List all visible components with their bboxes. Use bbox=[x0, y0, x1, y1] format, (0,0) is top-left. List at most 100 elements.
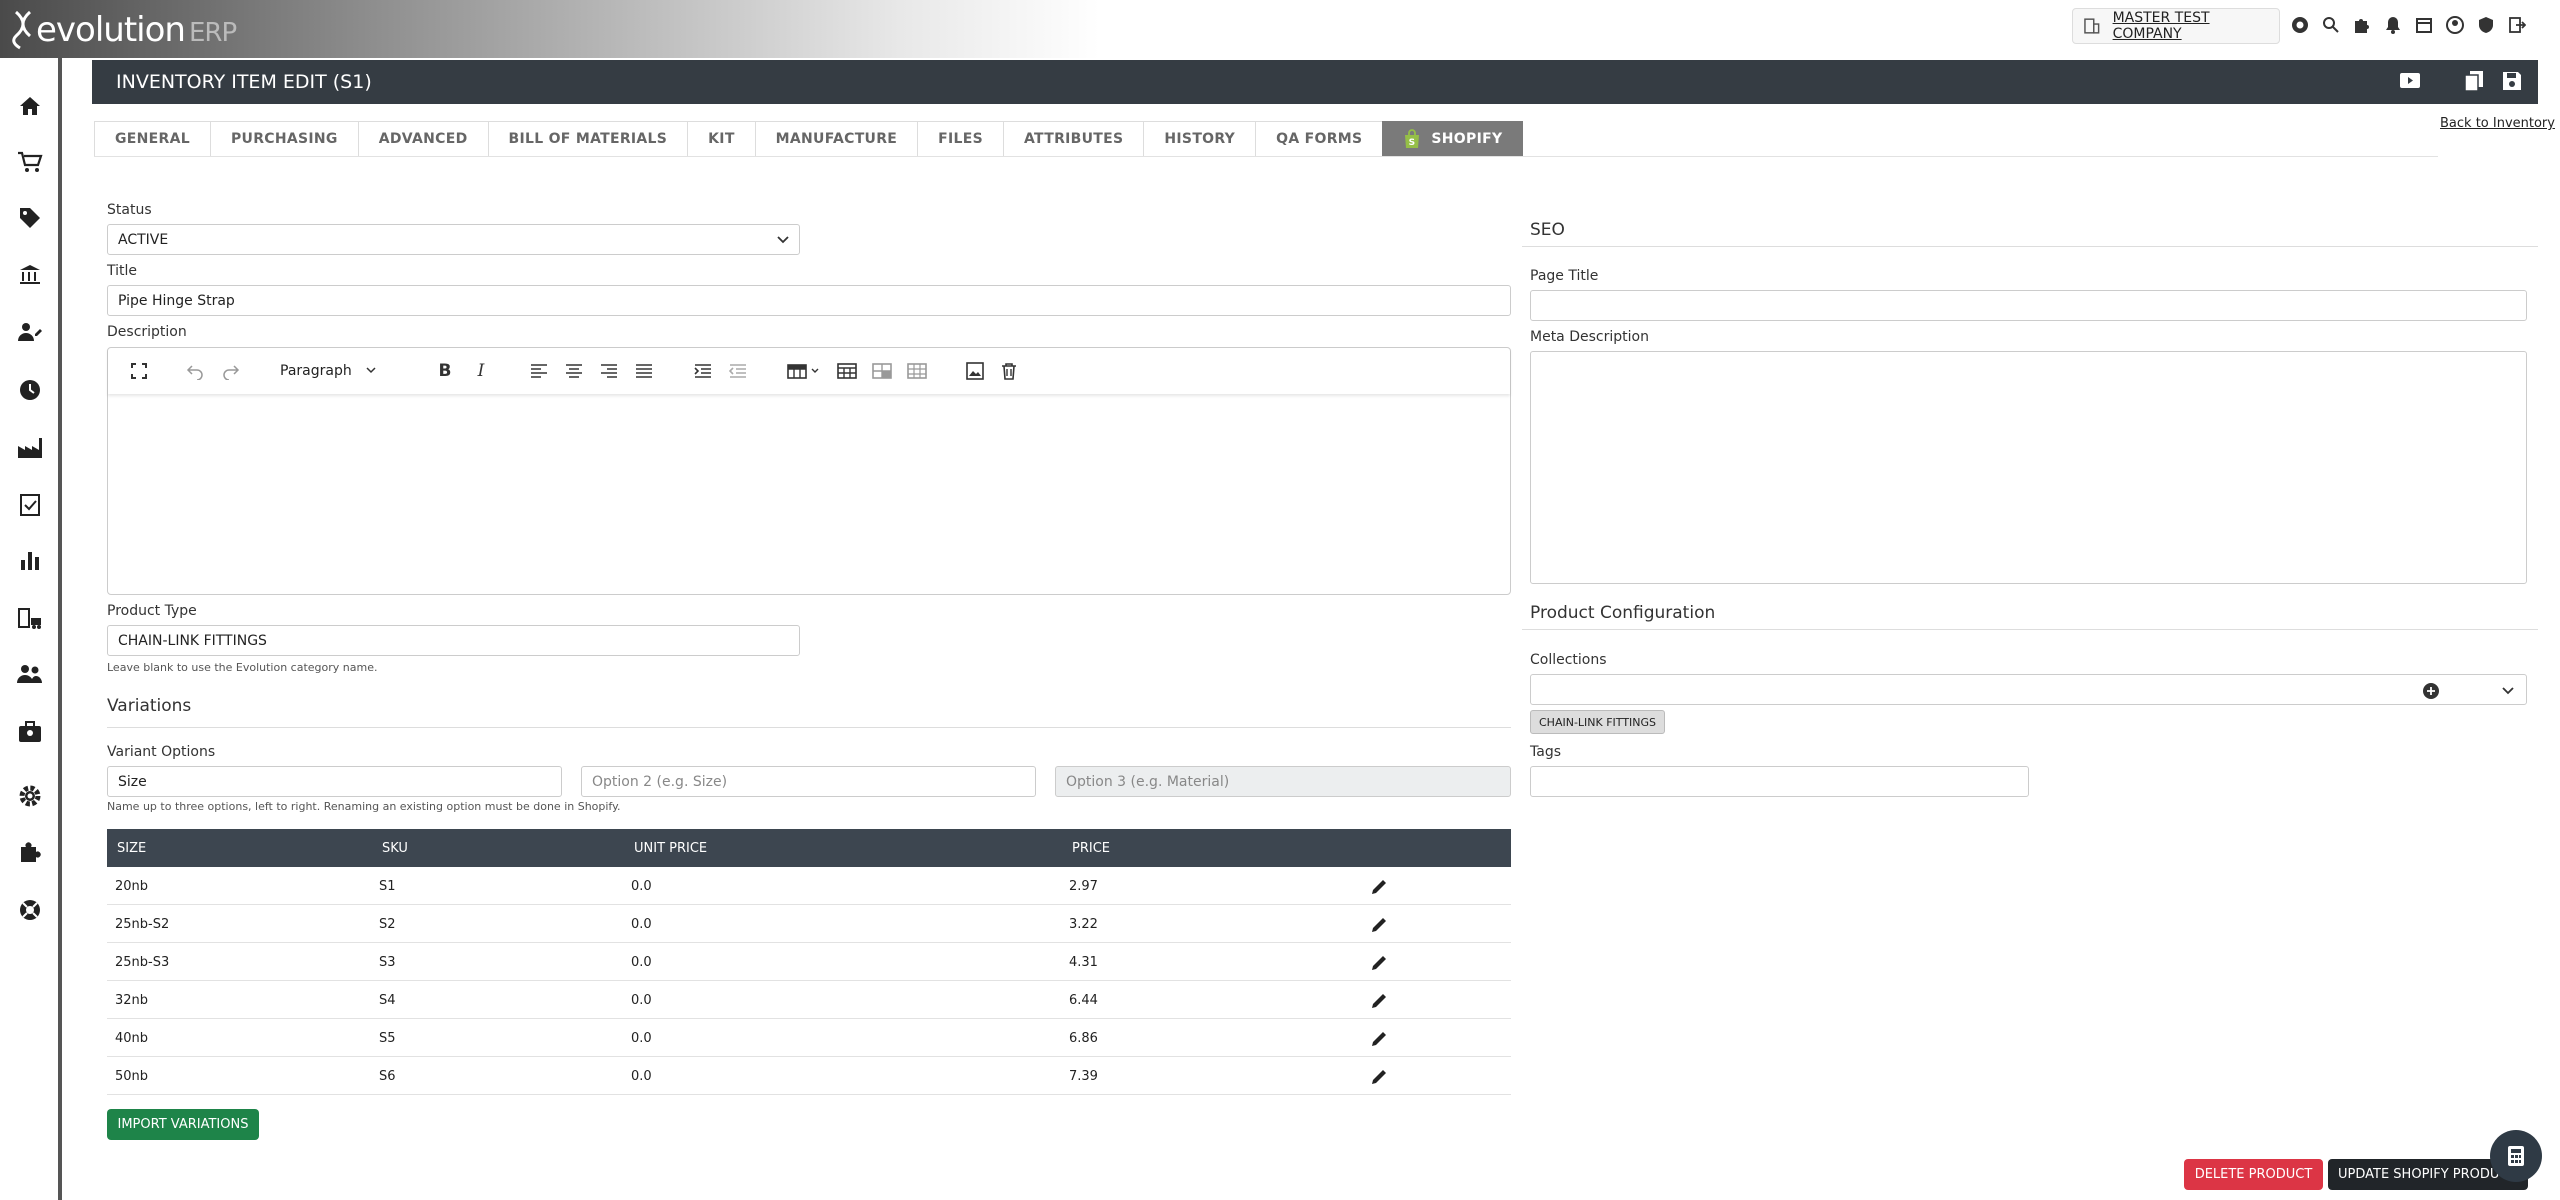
cell-size: 50nb bbox=[115, 1069, 149, 1084]
logo-text: evolution bbox=[36, 10, 186, 50]
sidebar-item-settings[interactable] bbox=[14, 780, 46, 812]
support-icon[interactable] bbox=[2290, 14, 2310, 36]
table-row-icon[interactable] bbox=[906, 360, 928, 382]
tab-bill-of-materials[interactable]: BILL OF MATERIALS bbox=[487, 121, 688, 157]
chevron-down-icon bbox=[2502, 687, 2514, 695]
outdent-icon[interactable] bbox=[727, 360, 749, 382]
copy-icon[interactable] bbox=[2462, 69, 2486, 93]
puzzle-icon bbox=[21, 842, 41, 862]
meta-description-label: Meta Description bbox=[1530, 329, 1649, 345]
edit-pencil-icon[interactable] bbox=[1369, 877, 1389, 897]
table-cell-icon[interactable] bbox=[871, 360, 893, 382]
delete-product-button[interactable]: DELETE PRODUCT bbox=[2184, 1159, 2323, 1190]
logo[interactable]: evolution ERP bbox=[12, 8, 237, 52]
sidebar-item-hr[interactable] bbox=[14, 716, 46, 748]
dna-logo-icon bbox=[12, 10, 32, 50]
paragraph-select[interactable]: Paragraph bbox=[274, 359, 394, 383]
product-type-input[interactable]: CHAIN-LINK FITTINGS bbox=[107, 625, 800, 656]
page-title-label: Page Title bbox=[1530, 268, 1599, 284]
option2-input[interactable]: Option 2 (e.g. Size) bbox=[581, 766, 1036, 797]
cell-size: 20nb bbox=[115, 879, 149, 894]
import-variations-button[interactable]: IMPORT VARIATIONS bbox=[107, 1109, 259, 1140]
logout-icon[interactable] bbox=[2507, 14, 2527, 36]
sidebar-item-tasks[interactable] bbox=[14, 488, 46, 520]
align-center-icon[interactable] bbox=[563, 360, 585, 382]
table-row: 20nb S1 0.0 2.97 bbox=[107, 867, 1511, 905]
tab-attributes[interactable]: ATTRIBUTES bbox=[1003, 121, 1144, 157]
sidebar-item-help[interactable] bbox=[14, 894, 46, 926]
align-left-icon[interactable] bbox=[528, 360, 550, 382]
bell-icon[interactable] bbox=[2383, 14, 2403, 36]
table-props-icon[interactable] bbox=[836, 360, 858, 382]
user-circle-icon[interactable] bbox=[2445, 14, 2465, 36]
calculator-icon bbox=[2508, 1146, 2524, 1166]
sidebar-item-reports[interactable] bbox=[14, 544, 46, 576]
page-header: INVENTORY ITEM EDIT (S1) bbox=[92, 60, 2538, 104]
collection-chip[interactable]: CHAIN-LINK FITTINGS bbox=[1530, 710, 1666, 734]
sidebar-item-logistics[interactable] bbox=[14, 602, 46, 634]
fullscreen-icon[interactable] bbox=[128, 360, 150, 382]
tab-history[interactable]: HISTORY bbox=[1143, 121, 1256, 157]
edit-pencil-icon[interactable] bbox=[1369, 915, 1389, 935]
tab-manufacture[interactable]: MANUFACTURE bbox=[754, 121, 918, 157]
svg-text:S: S bbox=[1409, 138, 1416, 148]
shield-icon[interactable] bbox=[2476, 14, 2496, 36]
puzzle-icon[interactable] bbox=[2352, 14, 2372, 36]
edit-pencil-icon[interactable] bbox=[1369, 991, 1389, 1011]
italic-icon[interactable]: I bbox=[470, 360, 492, 382]
sidebar-item-sales[interactable] bbox=[14, 146, 46, 178]
edit-pencil-icon[interactable] bbox=[1369, 953, 1389, 973]
save-icon[interactable] bbox=[2500, 69, 2524, 93]
tab-advanced[interactable]: ADVANCED bbox=[357, 121, 488, 157]
undo-icon[interactable] bbox=[184, 360, 206, 382]
collections-select[interactable] bbox=[1530, 674, 2527, 705]
image-icon[interactable] bbox=[964, 360, 986, 382]
sidebar-item-home[interactable] bbox=[14, 90, 46, 122]
tab-divider bbox=[94, 156, 2438, 157]
sidebar-item-inventory[interactable] bbox=[14, 202, 46, 234]
tab-general[interactable]: GENERAL bbox=[94, 121, 210, 157]
cart-icon bbox=[18, 151, 43, 172]
table-row: 25nb-S3 S3 0.0 4.31 bbox=[107, 943, 1511, 981]
page-title-input[interactable] bbox=[1530, 290, 2527, 321]
sidebar-item-manufacturing[interactable] bbox=[14, 432, 46, 464]
variant-options-label: Variant Options bbox=[107, 744, 216, 760]
option1-input[interactable]: Size bbox=[107, 766, 562, 797]
bold-icon[interactable]: B bbox=[434, 360, 456, 382]
tab-files[interactable]: FILES bbox=[917, 121, 1003, 157]
status-select[interactable]: ACTIVE bbox=[107, 224, 800, 255]
tags-input[interactable] bbox=[1530, 766, 2029, 797]
sidebar-item-time[interactable] bbox=[14, 374, 46, 406]
tab-shopify[interactable]: S SHOPIFY bbox=[1382, 121, 1524, 157]
table-header: SIZE SKU UNIT PRICE PRICE bbox=[107, 829, 1511, 867]
description-editor[interactable]: Paragraph B I bbox=[107, 347, 1511, 595]
present-icon[interactable] bbox=[2398, 69, 2422, 93]
edit-pencil-icon[interactable] bbox=[1369, 1029, 1389, 1049]
align-justify-icon[interactable] bbox=[633, 360, 655, 382]
sidebar-item-users[interactable] bbox=[14, 658, 46, 690]
meta-description-textarea[interactable] bbox=[1530, 351, 2527, 584]
tab-purchasing[interactable]: PURCHASING bbox=[209, 121, 358, 157]
page-title: INVENTORY ITEM EDIT (S1) bbox=[116, 71, 372, 93]
sidebar-item-integrations[interactable] bbox=[14, 836, 46, 868]
indent-icon[interactable] bbox=[692, 360, 714, 382]
search-icon[interactable] bbox=[2321, 14, 2341, 36]
table-dropdown-icon[interactable] bbox=[786, 360, 822, 382]
calculator-fab[interactable] bbox=[2490, 1130, 2542, 1182]
calendar-icon[interactable] bbox=[2414, 14, 2434, 36]
sidebar-item-banking[interactable] bbox=[14, 258, 46, 290]
back-to-inventory-link[interactable]: Back to Inventory bbox=[2440, 116, 2555, 131]
tab-qa-forms[interactable]: QA FORMS bbox=[1255, 121, 1383, 157]
factory-icon bbox=[18, 438, 42, 458]
tab-kit[interactable]: KIT bbox=[687, 121, 755, 157]
clipboard-check-icon bbox=[20, 494, 40, 516]
add-circle-icon[interactable] bbox=[2423, 683, 2439, 699]
cell-unit-price: 0.0 bbox=[631, 955, 652, 970]
title-input[interactable]: Pipe Hinge Strap bbox=[107, 285, 1511, 316]
sidebar-item-customers[interactable] bbox=[14, 316, 46, 348]
trash-icon[interactable] bbox=[998, 360, 1020, 382]
redo-icon[interactable] bbox=[220, 360, 242, 382]
company-selector[interactable]: MASTER TEST COMPANY bbox=[2072, 8, 2280, 44]
edit-pencil-icon[interactable] bbox=[1369, 1067, 1389, 1087]
align-right-icon[interactable] bbox=[598, 360, 620, 382]
